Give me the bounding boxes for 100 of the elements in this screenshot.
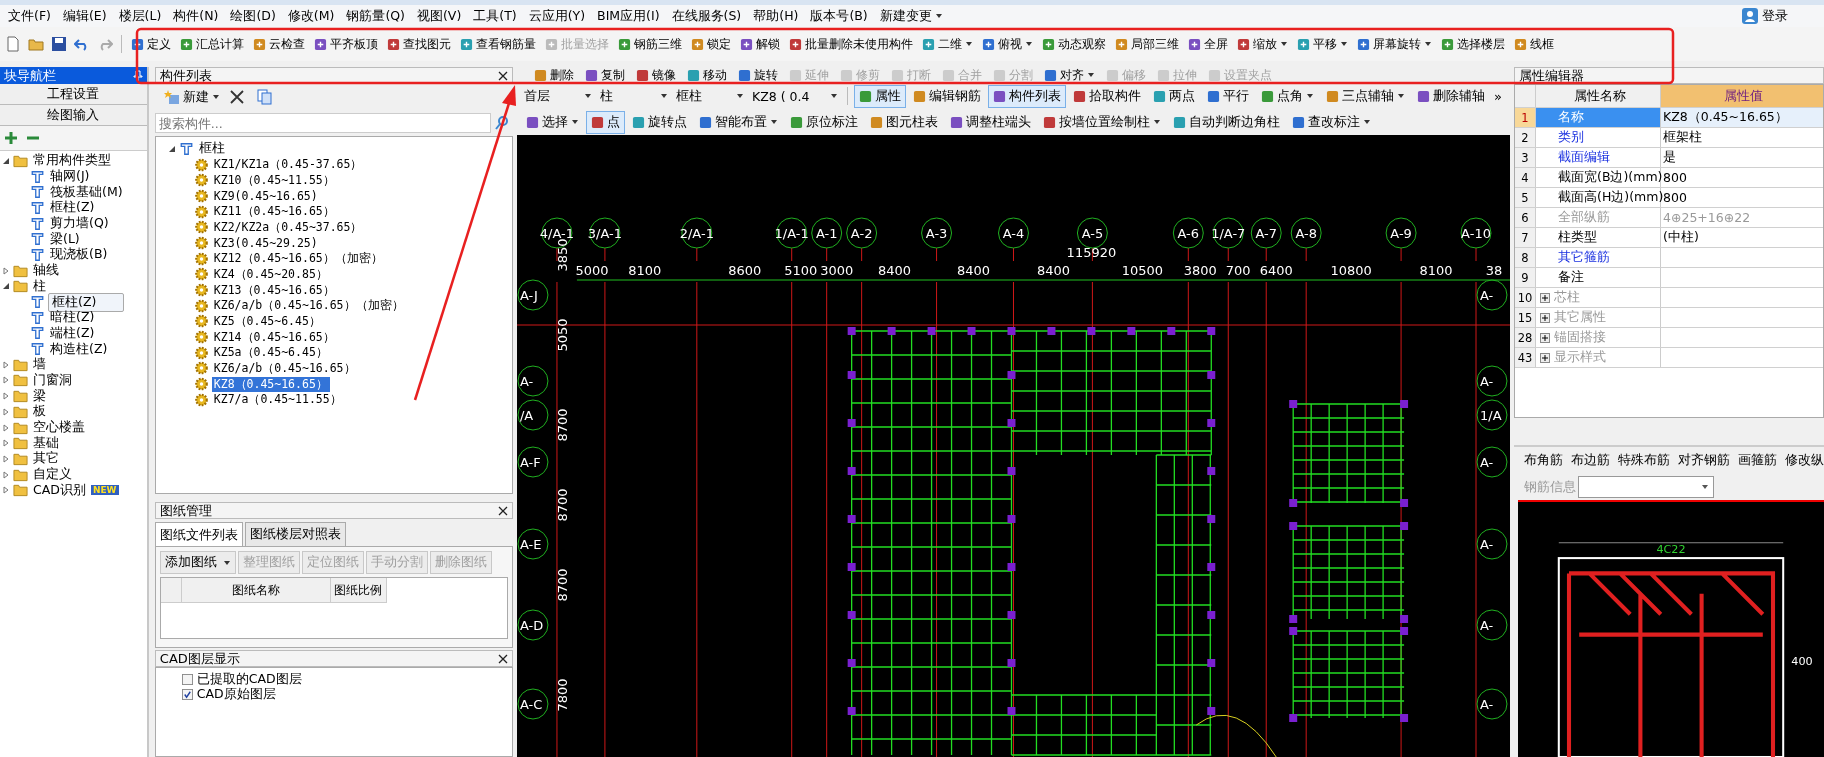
tree-item[interactable]: 框柱(Z)	[48, 199, 97, 217]
expand-icon[interactable]	[1540, 292, 1550, 303]
tree-item[interactable]: KZ5（0.45~6.45）	[211, 313, 323, 329]
toolbar-button[interactable]: 对齐	[1039, 66, 1101, 84]
expander-icon[interactable]	[2, 156, 10, 165]
tree-item[interactable]: KZ7/a（0.45~11.55）	[211, 392, 344, 408]
toolbar-button[interactable]: 局部三维	[1111, 33, 1183, 55]
tree-item[interactable]: 墙	[31, 356, 48, 374]
menu-item[interactable]: 楼层(L)	[112, 6, 168, 26]
nav-button[interactable]: 绘图输入	[0, 105, 147, 126]
tree-item[interactable]: KZ1/KZ1a（0.45-37.65）	[211, 157, 365, 173]
toolbar-button[interactable]: 对齐钢筋	[1678, 452, 1730, 470]
tree-item[interactable]: CAD识别	[31, 481, 88, 499]
toolbar-button[interactable]: 按墙位置绘制柱	[1038, 110, 1167, 134]
tree-item[interactable]: KZ3(0.45~29.25)	[211, 235, 320, 250]
toolbar-button[interactable]: 定义	[127, 33, 175, 55]
tree-item[interactable]: 梁(L)	[48, 230, 82, 248]
toolbar-button[interactable]: 动态观察	[1038, 33, 1110, 55]
menu-item[interactable]: 修改(M)	[281, 6, 341, 26]
tree-item[interactable]: 柱	[31, 277, 48, 295]
checkbox[interactable]	[181, 674, 193, 685]
tree-item[interactable]: KZ10（0.45~11.55）	[211, 172, 337, 188]
property-row[interactable]: 1 名称 KZ8（0.45~16.65）	[1515, 108, 1823, 128]
property-row[interactable]: 4 截面宽(B边)(mm)800	[1515, 168, 1823, 188]
property-row[interactable]: 9 备注	[1515, 268, 1823, 288]
close-icon[interactable]	[498, 505, 509, 516]
expand-icon[interactable]	[1540, 312, 1550, 323]
dropdown[interactable]: KZ8 ( 0.4	[749, 88, 842, 104]
toolbar-button[interactable]: 俯视	[978, 33, 1037, 55]
tree-item[interactable]: 板	[31, 403, 48, 421]
menu-item[interactable]: 云应用(Y)	[522, 6, 592, 26]
toolbar-button[interactable]: 全屏	[1184, 33, 1232, 55]
toolbar-button[interactable]: 移动	[682, 66, 733, 84]
property-row[interactable]: 28 锚固搭接	[1515, 328, 1823, 348]
menu-item[interactable]: 钢筋量(Q)	[340, 6, 411, 26]
folder-icon[interactable]	[28, 36, 44, 52]
property-value[interactable]: (中柱)	[1663, 229, 1699, 246]
tree-item[interactable]: KZ11（0.45~16.65）	[211, 204, 337, 220]
tree-item[interactable]: 端柱(Z)	[48, 324, 97, 342]
menu-item[interactable]: 构件(N)	[167, 6, 225, 26]
toolbar-button[interactable]: 布角筋	[1524, 452, 1563, 470]
toolbar-button[interactable]: 线框	[1510, 33, 1558, 55]
property-row[interactable]: 5 截面高(H边)(mm)800	[1515, 188, 1823, 208]
toolbar-button[interactable]: 选择	[521, 110, 585, 134]
dropdown[interactable]: 柱	[597, 87, 672, 105]
tree-item[interactable]: 轴线	[31, 262, 61, 280]
property-value[interactable]: 是	[1663, 149, 1676, 166]
new-file-icon[interactable]	[5, 36, 21, 52]
property-row[interactable]: 8 其它箍筋	[1515, 248, 1823, 268]
more-button[interactable]: »	[1494, 88, 1510, 104]
property-row[interactable]: 43 显示样式	[1515, 348, 1823, 368]
copy-icon[interactable]	[256, 89, 273, 105]
property-row[interactable]: 6 全部纵筋 4⊕25+16⊕22	[1515, 208, 1823, 228]
property-row[interactable]: 15 其它属性	[1515, 308, 1823, 328]
tree-item[interactable]: 剪力墙(Q)	[48, 215, 111, 233]
toolbar-button[interactable]: 平齐板顶	[310, 33, 382, 55]
toolbar-button[interactable]: 汇总计算	[176, 33, 248, 55]
menu-item[interactable]: 帮助(H)	[747, 6, 805, 26]
search-field[interactable]: 搜索构件...	[154, 113, 492, 133]
tree-item[interactable]: 构造柱(Z)	[48, 340, 110, 358]
tree-item[interactable]: KZ12（0.45~16.65）（加密）	[211, 251, 385, 267]
delete-icon[interactable]	[229, 90, 244, 104]
tree-item[interactable]: KZ13（0.45~16.65）	[211, 282, 337, 298]
toolbar-button[interactable]: 属性	[854, 84, 907, 108]
tree-item[interactable]: 其它	[31, 450, 61, 468]
toolbar-button[interactable]: 镜像	[631, 66, 682, 84]
toolbar-button[interactable]: 点	[586, 110, 626, 134]
toolbar-button[interactable]: 特殊布筋	[1618, 452, 1670, 470]
property-value[interactable]: 框架柱	[1663, 129, 1702, 146]
toolbar-button[interactable]: 屏幕旋转	[1353, 33, 1436, 55]
toolbar-button[interactable]: 批量删除未使用构件	[785, 33, 917, 55]
toolbar-button[interactable]: 复制	[580, 66, 631, 84]
toolbar-button[interactable]: 删除	[529, 66, 580, 84]
expander-icon[interactable]	[167, 144, 176, 153]
toolbar-button[interactable]: 点角	[1256, 84, 1320, 108]
save-icon[interactable]	[51, 36, 67, 52]
expand-icon[interactable]	[1540, 352, 1550, 363]
toolbar-button[interactable]: 布边筋	[1571, 452, 1610, 470]
toolbar-button[interactable]: 添加图纸	[159, 551, 236, 574]
toolbar-button[interactable]: 云检查	[249, 33, 309, 55]
tree-item[interactable]: KZ5a（0.45~6.45）	[211, 345, 330, 361]
toolbar-button[interactable]: 图元柱表	[865, 110, 944, 134]
toolbar-button[interactable]: 编辑钢筋	[908, 84, 987, 108]
property-value[interactable]: 800	[1663, 190, 1687, 205]
checkbox[interactable]	[181, 689, 193, 700]
tree-item[interactable]: KZ6/a/b（0.45~16.65）	[211, 360, 358, 376]
toolbar-button[interactable]: 查看钢筋量	[456, 33, 540, 55]
property-row[interactable]: 10 芯柱	[1515, 288, 1823, 308]
toolbar-button[interactable]: 选择楼层	[1437, 33, 1509, 55]
dropdown[interactable]: 首层	[521, 87, 596, 105]
tree-item[interactable]: KZ2/KZ2a（0.45~37.65）	[211, 219, 365, 235]
expander-icon[interactable]	[2, 282, 10, 291]
toolbar-button[interactable]: 三点辅轴	[1321, 84, 1411, 108]
toolbar-button[interactable]: 拾取构件	[1068, 84, 1147, 108]
expand-all-icon[interactable]	[3, 130, 19, 146]
menu-item[interactable]: 新建变更	[873, 6, 949, 26]
new-button[interactable]: 新建	[160, 88, 220, 106]
close-icon[interactable]	[498, 70, 509, 81]
expand-icon[interactable]	[1540, 332, 1550, 343]
tree-item[interactable]: 筏板基础(M)	[48, 183, 125, 201]
